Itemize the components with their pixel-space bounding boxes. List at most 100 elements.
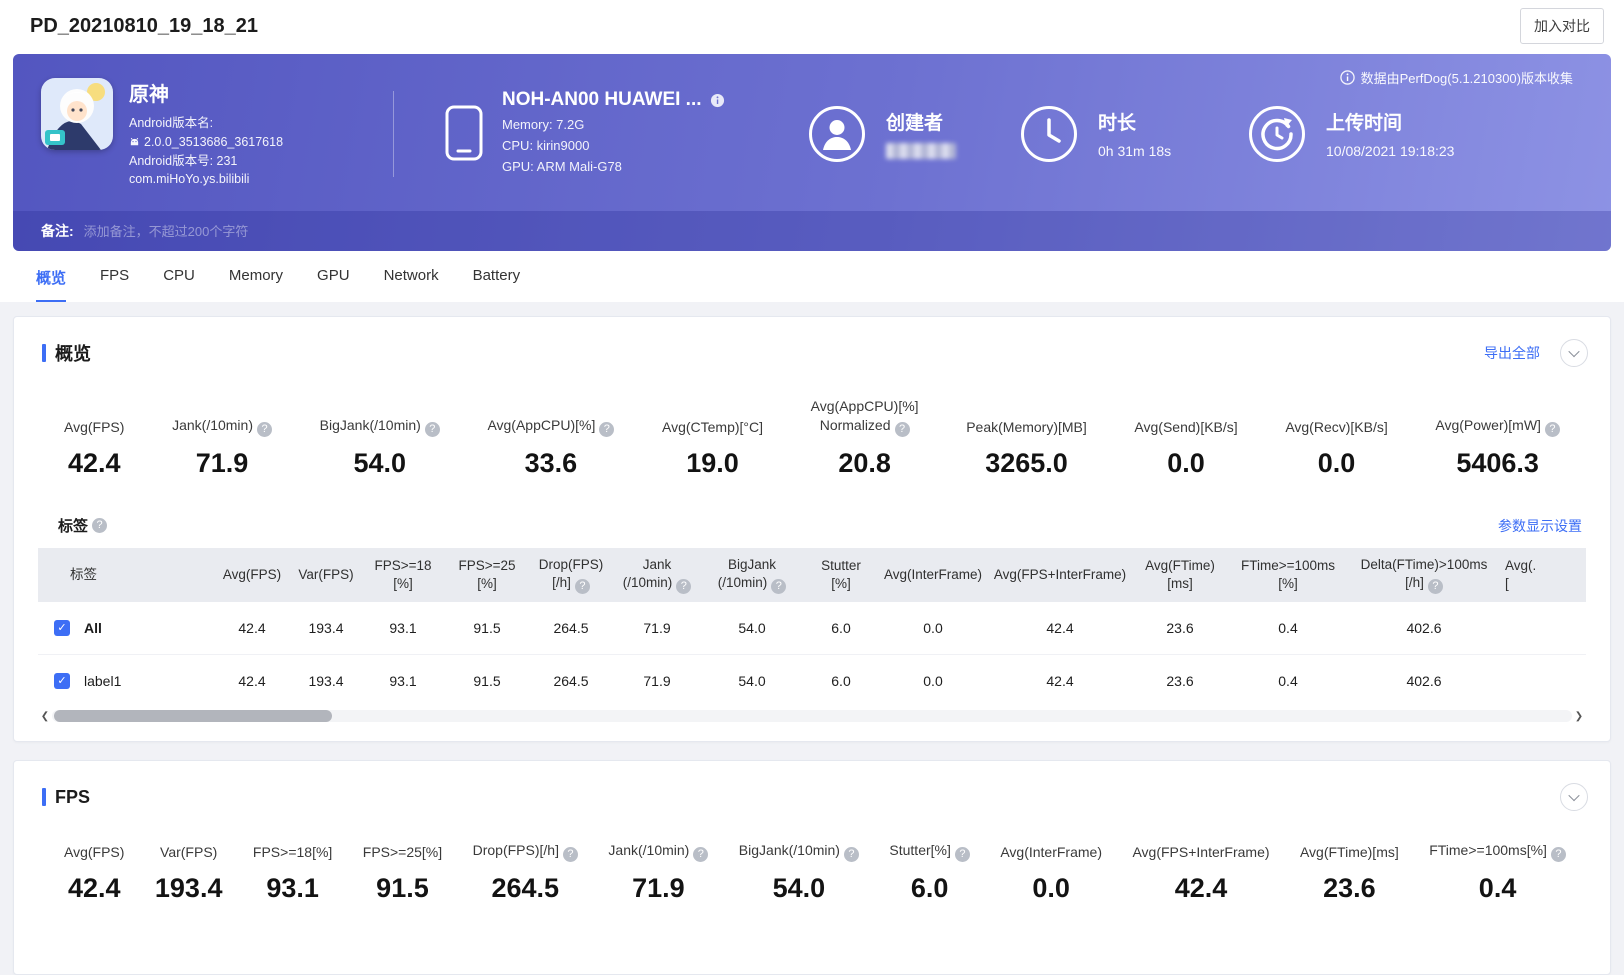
tab-gpu[interactable]: GPU xyxy=(317,267,350,302)
metric-fps-ge25: FPS>=25[%] 91.5 xyxy=(362,844,443,903)
fps-collapse-button[interactable] xyxy=(1560,783,1588,811)
overview-collapse-button[interactable] xyxy=(1560,339,1588,367)
upload-label: 上传时间 xyxy=(1326,113,1403,134)
creator-label: 创建者 xyxy=(886,113,944,134)
tab-battery[interactable]: Battery xyxy=(473,267,521,302)
help-icon[interactable] xyxy=(599,422,615,437)
metric-avg-appcpu: Avg(AppCPU)[%] 33.6 xyxy=(487,416,615,479)
col-bigjank: BigJank (/10min) xyxy=(701,548,803,602)
row-checkbox[interactable] xyxy=(54,620,70,636)
user-icon xyxy=(809,105,865,162)
duration-label: 时长 xyxy=(1098,113,1137,134)
metric-avg-fps: Avg(FPS) 42.4 xyxy=(64,844,125,903)
col-avg-ftime: Avg(FTime) [ms] xyxy=(1133,548,1227,602)
metric-var-fps: Var(FPS) 193.4 xyxy=(154,844,223,903)
table-header-row: 标签 Avg(FPS) Var(FPS) FPS>=18 [%] FPS>=25[… xyxy=(38,548,1586,602)
help-icon[interactable] xyxy=(1544,422,1560,437)
app-package-name: com.miHoYo.ys.bilibili xyxy=(129,172,250,187)
note-bar: 备注: 添加备注，不超过200个字符 xyxy=(13,211,1611,251)
labels-table: 标签 Avg(FPS) Var(FPS) FPS>=18 [%] FPS>=25[… xyxy=(38,548,1586,707)
help-icon[interactable] xyxy=(693,847,709,862)
col-jank: Jank (/10min) xyxy=(613,548,701,602)
collect-info-text: 数据由PerfDog(5.1.210300)版本收集 xyxy=(1360,71,1573,86)
help-icon[interactable] xyxy=(843,847,859,862)
tab-overview[interactable]: 概览 xyxy=(36,267,67,302)
device-name: NOH-AN00 HUAWEI ... xyxy=(502,89,702,111)
row-label: label1 xyxy=(84,673,122,689)
col-avg-fps-interframe: Avg(FPS+InterFrame) xyxy=(987,548,1133,602)
overview-card-title: 概览 xyxy=(55,344,91,364)
metric-avg-fps-interframe: Avg(FPS+InterFrame) 42.4 xyxy=(1132,844,1270,903)
help-icon[interactable] xyxy=(1550,847,1566,862)
scroll-left-icon[interactable] xyxy=(38,710,52,722)
content-area: 概览 导出全部 Avg(FPS) 42.4 Jank(/10min) 71.9 … xyxy=(0,302,1624,975)
section-tabs: 概览 FPS CPU Memory GPU Network Battery xyxy=(0,251,1624,302)
metric-ftime-ge100: FTime>=100ms[%] 0.4 xyxy=(1429,841,1566,904)
col-avg-interframe: Avg(InterFrame) xyxy=(879,548,987,602)
info-icon xyxy=(1339,70,1355,85)
device-info: NOH-AN00 HUAWEI ... Memory: 7.2G CPU: ki… xyxy=(502,89,725,177)
scrollbar-thumb[interactable] xyxy=(54,710,332,722)
row-checkbox[interactable] xyxy=(54,673,70,689)
app-version-name-label: Android版本名: xyxy=(129,116,214,130)
scroll-right-icon[interactable] xyxy=(1572,710,1586,722)
device-section: NOH-AN00 HUAWEI ... Memory: 7.2G CPU: ki… xyxy=(444,89,774,177)
scrollbar-track[interactable] xyxy=(52,710,1572,722)
upload-time-section: 上传时间 10/08/2021 19:18:23 xyxy=(1248,105,1454,163)
help-icon[interactable] xyxy=(894,422,910,437)
param-display-settings-link[interactable]: 参数显示设置 xyxy=(1498,516,1582,536)
device-info-icon[interactable] xyxy=(710,93,725,108)
help-icon[interactable] xyxy=(771,579,787,594)
help-icon[interactable] xyxy=(676,579,692,594)
metric-peak-memory: Peak(Memory)[MB] 3265.0 xyxy=(966,419,1087,478)
creator-name-blurred xyxy=(886,143,956,159)
app-badge-icon xyxy=(45,130,65,145)
help-icon[interactable] xyxy=(92,518,108,533)
help-icon[interactable] xyxy=(424,422,440,437)
col-avg-fps: Avg(FPS) xyxy=(213,548,291,602)
phone-icon xyxy=(445,105,483,161)
metric-bigjank: BigJank(/10min) 54.0 xyxy=(739,841,859,904)
app-info: 原神 Android版本名: 2.0.0_3513686_3617618 And… xyxy=(129,78,283,189)
metric-avg-power: Avg(Power)[mW] 5406.3 xyxy=(1435,416,1560,479)
app-name: 原神 xyxy=(129,84,169,106)
duration-value: 0h 31m 18s xyxy=(1098,143,1172,159)
col-stutter: Stutter [%] xyxy=(803,548,879,602)
chevron-down-icon xyxy=(1568,345,1580,358)
col-fps-ge25: FPS>=25 [%] xyxy=(445,548,529,602)
app-version-name-value: 2.0.0_3513686_3617618 xyxy=(144,134,284,149)
col-label: 标签 xyxy=(38,548,213,602)
add-to-compare-button[interactable]: 加入对比 xyxy=(1520,8,1604,44)
metric-avg-ftime: Avg(FTime)[ms] 23.6 xyxy=(1299,844,1399,903)
horizontal-scrollbar[interactable] xyxy=(38,709,1586,723)
help-icon[interactable] xyxy=(574,579,590,594)
labels-table-wrap: 标签 Avg(FPS) Var(FPS) FPS>=18 [%] FPS>=25[… xyxy=(38,548,1586,707)
duration-info: 时长 0h 31m 18s xyxy=(1098,108,1171,159)
banner-wrap: 数据由PerfDog(5.1.210300)版本收集 原神 Android版本名… xyxy=(0,52,1624,251)
tab-fps[interactable]: FPS xyxy=(100,267,129,302)
help-icon[interactable] xyxy=(562,847,578,862)
col-var-fps: Var(FPS) xyxy=(291,548,361,602)
tab-cpu[interactable]: CPU xyxy=(163,267,195,302)
help-icon[interactable] xyxy=(1427,579,1443,594)
report-title: PD_20210810_19_18_21 xyxy=(30,14,258,37)
note-input[interactable]: 添加备注，不超过200个字符 xyxy=(84,221,1583,241)
metric-bigjank: BigJank(/10min) 54.0 xyxy=(320,416,440,479)
help-icon[interactable] xyxy=(954,847,970,862)
chevron-down-icon xyxy=(1568,789,1580,802)
table-row: label1 42.4 193.4 93.1 91.5 264.5 71.9 5… xyxy=(38,655,1586,708)
device-cpu: CPU: kirin9000 xyxy=(502,138,590,154)
metric-fps-ge18: FPS>=18[%] 93.1 xyxy=(252,844,333,903)
clock-icon xyxy=(1021,105,1077,162)
tab-memory[interactable]: Memory xyxy=(229,267,283,302)
accent-bar xyxy=(42,788,46,806)
col-fps-ge18: FPS>=18 [%] xyxy=(361,548,445,602)
metric-avg-recv: Avg(Recv)[KB/s] 0.0 xyxy=(1285,419,1388,478)
export-all-link[interactable]: 导出全部 xyxy=(1484,343,1540,363)
fps-card-header: FPS xyxy=(14,761,1610,811)
col-ftime-ge100: FTime>=100ms [%] xyxy=(1227,548,1349,602)
fps-card: FPS Avg(FPS) 42.4 Var(FPS) 193.4 FPS>=18… xyxy=(13,760,1611,975)
metric-jank: Jank(/10min) 71.9 xyxy=(608,841,709,904)
tab-network[interactable]: Network xyxy=(384,267,439,302)
help-icon[interactable] xyxy=(257,422,272,437)
